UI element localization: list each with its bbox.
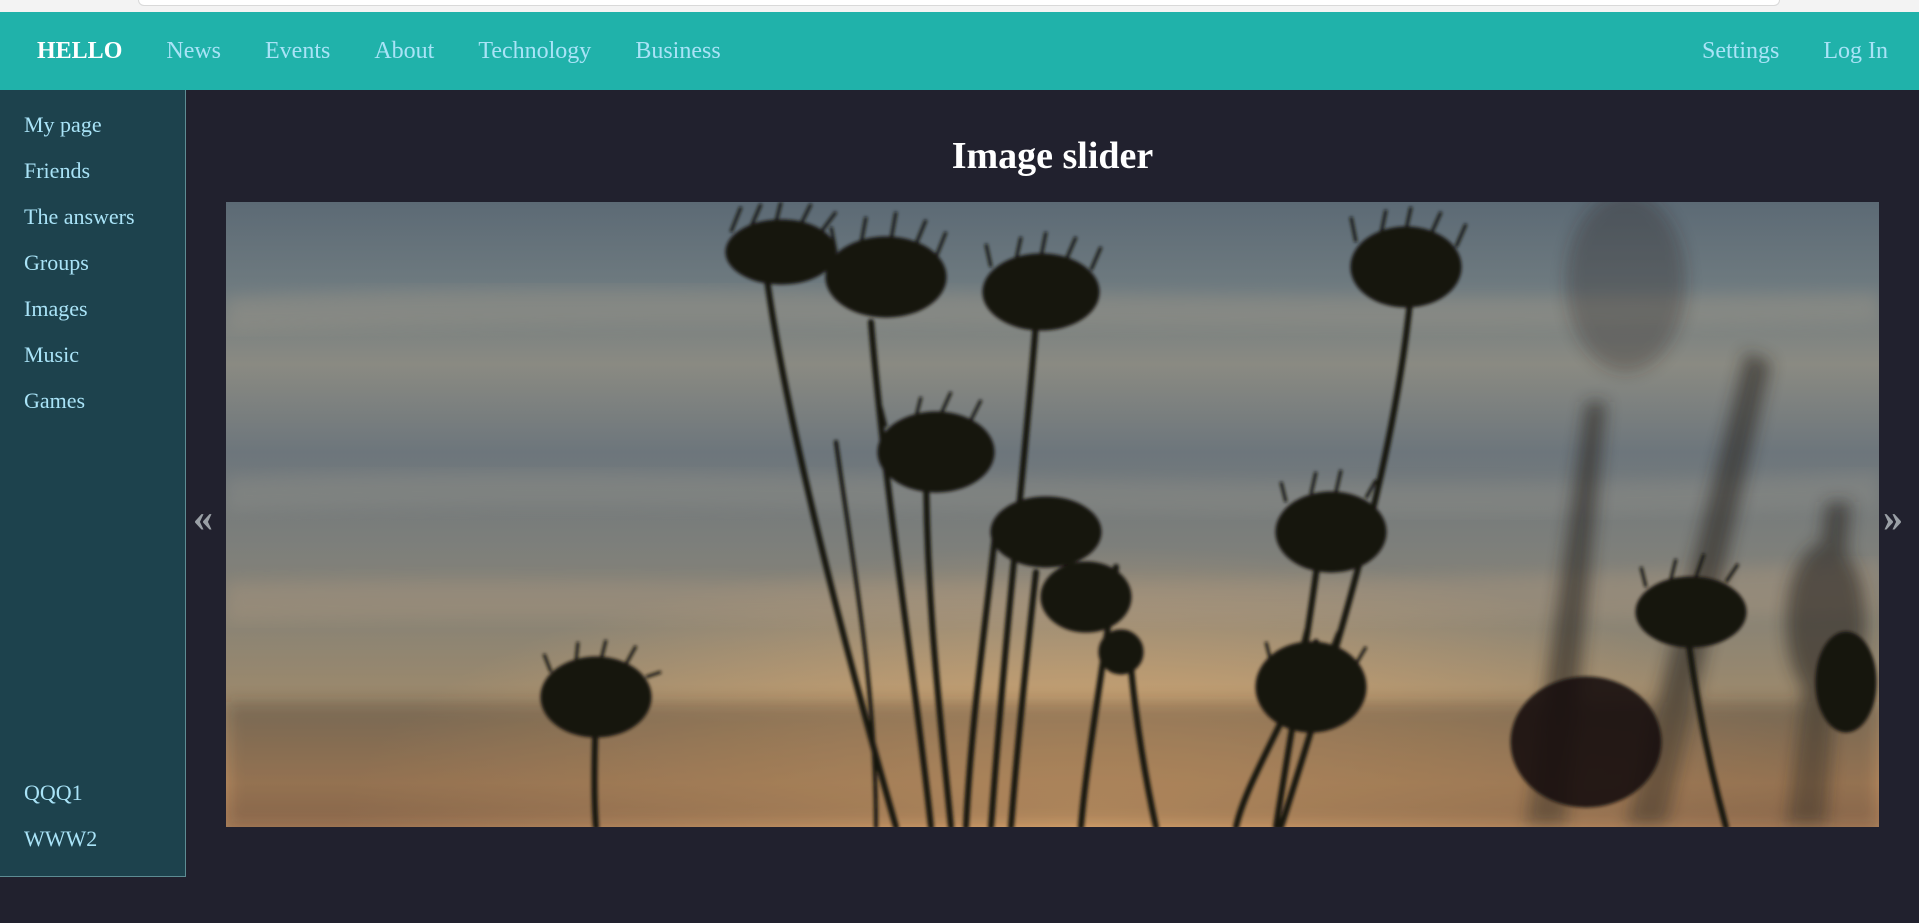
sidebar-item-images[interactable]: Images (24, 296, 88, 322)
nav-link-news[interactable]: News (144, 12, 243, 90)
sidebar-item-the-answers[interactable]: The answers (24, 204, 135, 230)
sidebar-item-www2[interactable]: WWW2 (24, 826, 97, 852)
slide-image (226, 202, 1879, 827)
sidebar: My page Friends The answers Groups Image… (0, 90, 186, 877)
sidebar-item-qqq1[interactable]: QQQ1 (24, 780, 83, 806)
nav-link-technology[interactable]: Technology (456, 12, 613, 90)
slider-next-button[interactable]: » (1883, 498, 1903, 538)
sidebar-item-music[interactable]: Music (24, 342, 79, 368)
sidebar-item-games[interactable]: Games (24, 388, 85, 414)
nav-link-login[interactable]: Log In (1801, 12, 1919, 90)
address-bar-edge (138, 0, 1780, 6)
nav-link-about[interactable]: About (352, 12, 456, 90)
browser-chrome-strip (0, 0, 1919, 12)
nav-link-events[interactable]: Events (243, 12, 352, 90)
image-slider (226, 202, 1879, 827)
nav-link-settings[interactable]: Settings (1680, 12, 1801, 90)
top-navbar: HELLO News Events About Technology Busin… (0, 12, 1919, 90)
navbar-left: HELLO News Events About Technology Busin… (0, 12, 743, 90)
sidebar-item-groups[interactable]: Groups (24, 250, 89, 276)
nav-link-business[interactable]: Business (613, 12, 742, 90)
sidebar-item-friends[interactable]: Friends (24, 158, 90, 184)
navbar-right: Settings Log In (1680, 12, 1919, 90)
slider-prev-button[interactable]: « (193, 498, 213, 538)
brand-logo[interactable]: HELLO (0, 12, 144, 90)
page-title: Image slider (951, 135, 1154, 177)
sidebar-item-my-page[interactable]: My page (24, 112, 102, 138)
